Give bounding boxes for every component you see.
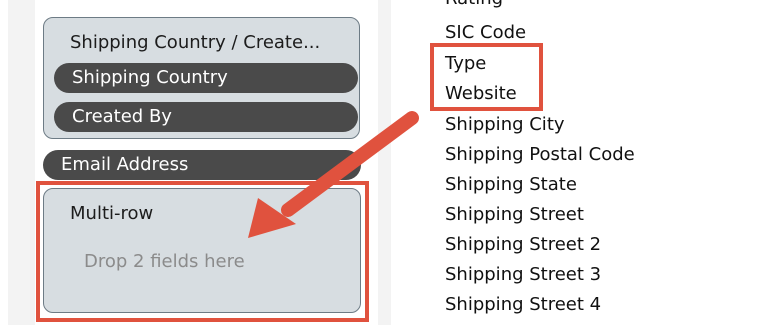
available-fields-list: Rating SIC Code Type Website Shipping Ci… xyxy=(445,0,765,325)
field-item-shipping-city[interactable]: Shipping City xyxy=(445,114,565,135)
field-item-shipping-street-3[interactable]: Shipping Street 3 xyxy=(445,264,601,285)
field-item-rating[interactable]: Rating xyxy=(445,0,503,9)
panel-divider xyxy=(391,0,421,325)
field-item-shipping-state[interactable]: Shipping State xyxy=(445,174,577,195)
field-item-type[interactable]: Type xyxy=(445,53,486,74)
field-item-shipping-postal-code[interactable]: Shipping Postal Code xyxy=(445,144,635,165)
field-pill-shipping-country[interactable]: Shipping Country xyxy=(54,63,358,93)
field-item-shipping-street-4[interactable]: Shipping Street 4 xyxy=(445,294,601,315)
field-group-shipping-country-created-by[interactable]: Shipping Country / Create... Shipping Co… xyxy=(43,17,360,139)
field-pill-email-address[interactable]: Email Address xyxy=(43,150,361,180)
multi-row-hint: Drop 2 fields here xyxy=(84,251,245,272)
multi-row-title: Multi-row xyxy=(70,203,154,224)
field-pill-created-by[interactable]: Created By xyxy=(54,102,358,132)
field-item-shipping-street-2[interactable]: Shipping Street 2 xyxy=(445,234,601,255)
field-item-shipping-street[interactable]: Shipping Street xyxy=(445,204,584,225)
field-item-website[interactable]: Website xyxy=(445,83,517,104)
field-group-title: Shipping Country / Create... xyxy=(70,32,321,53)
field-item-sic-code[interactable]: SIC Code xyxy=(445,22,526,43)
multi-row-drop-zone[interactable]: Multi-row Drop 2 fields here xyxy=(43,188,361,313)
